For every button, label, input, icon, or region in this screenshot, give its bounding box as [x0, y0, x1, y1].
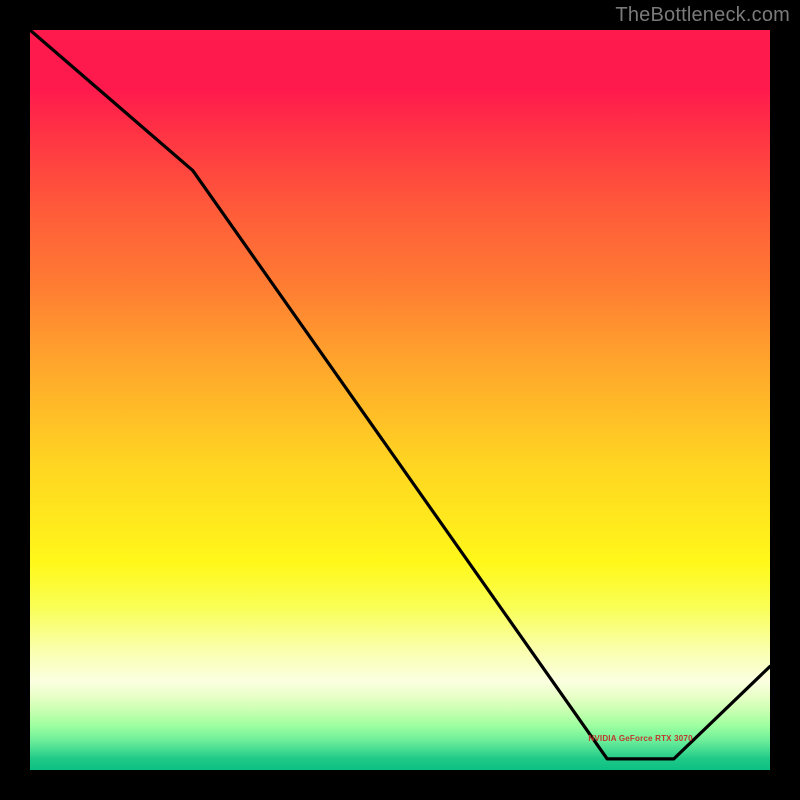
chart-frame: TheBottleneck.com NVIDIA GeForce RTX 307…: [0, 0, 800, 800]
plot-area: NVIDIA GeForce RTX 3070: [30, 30, 770, 770]
bottleneck-curve: [30, 30, 770, 770]
watermark-text: TheBottleneck.com: [615, 4, 790, 27]
gpu-annotation-label: NVIDIA GeForce RTX 3070: [588, 734, 692, 743]
